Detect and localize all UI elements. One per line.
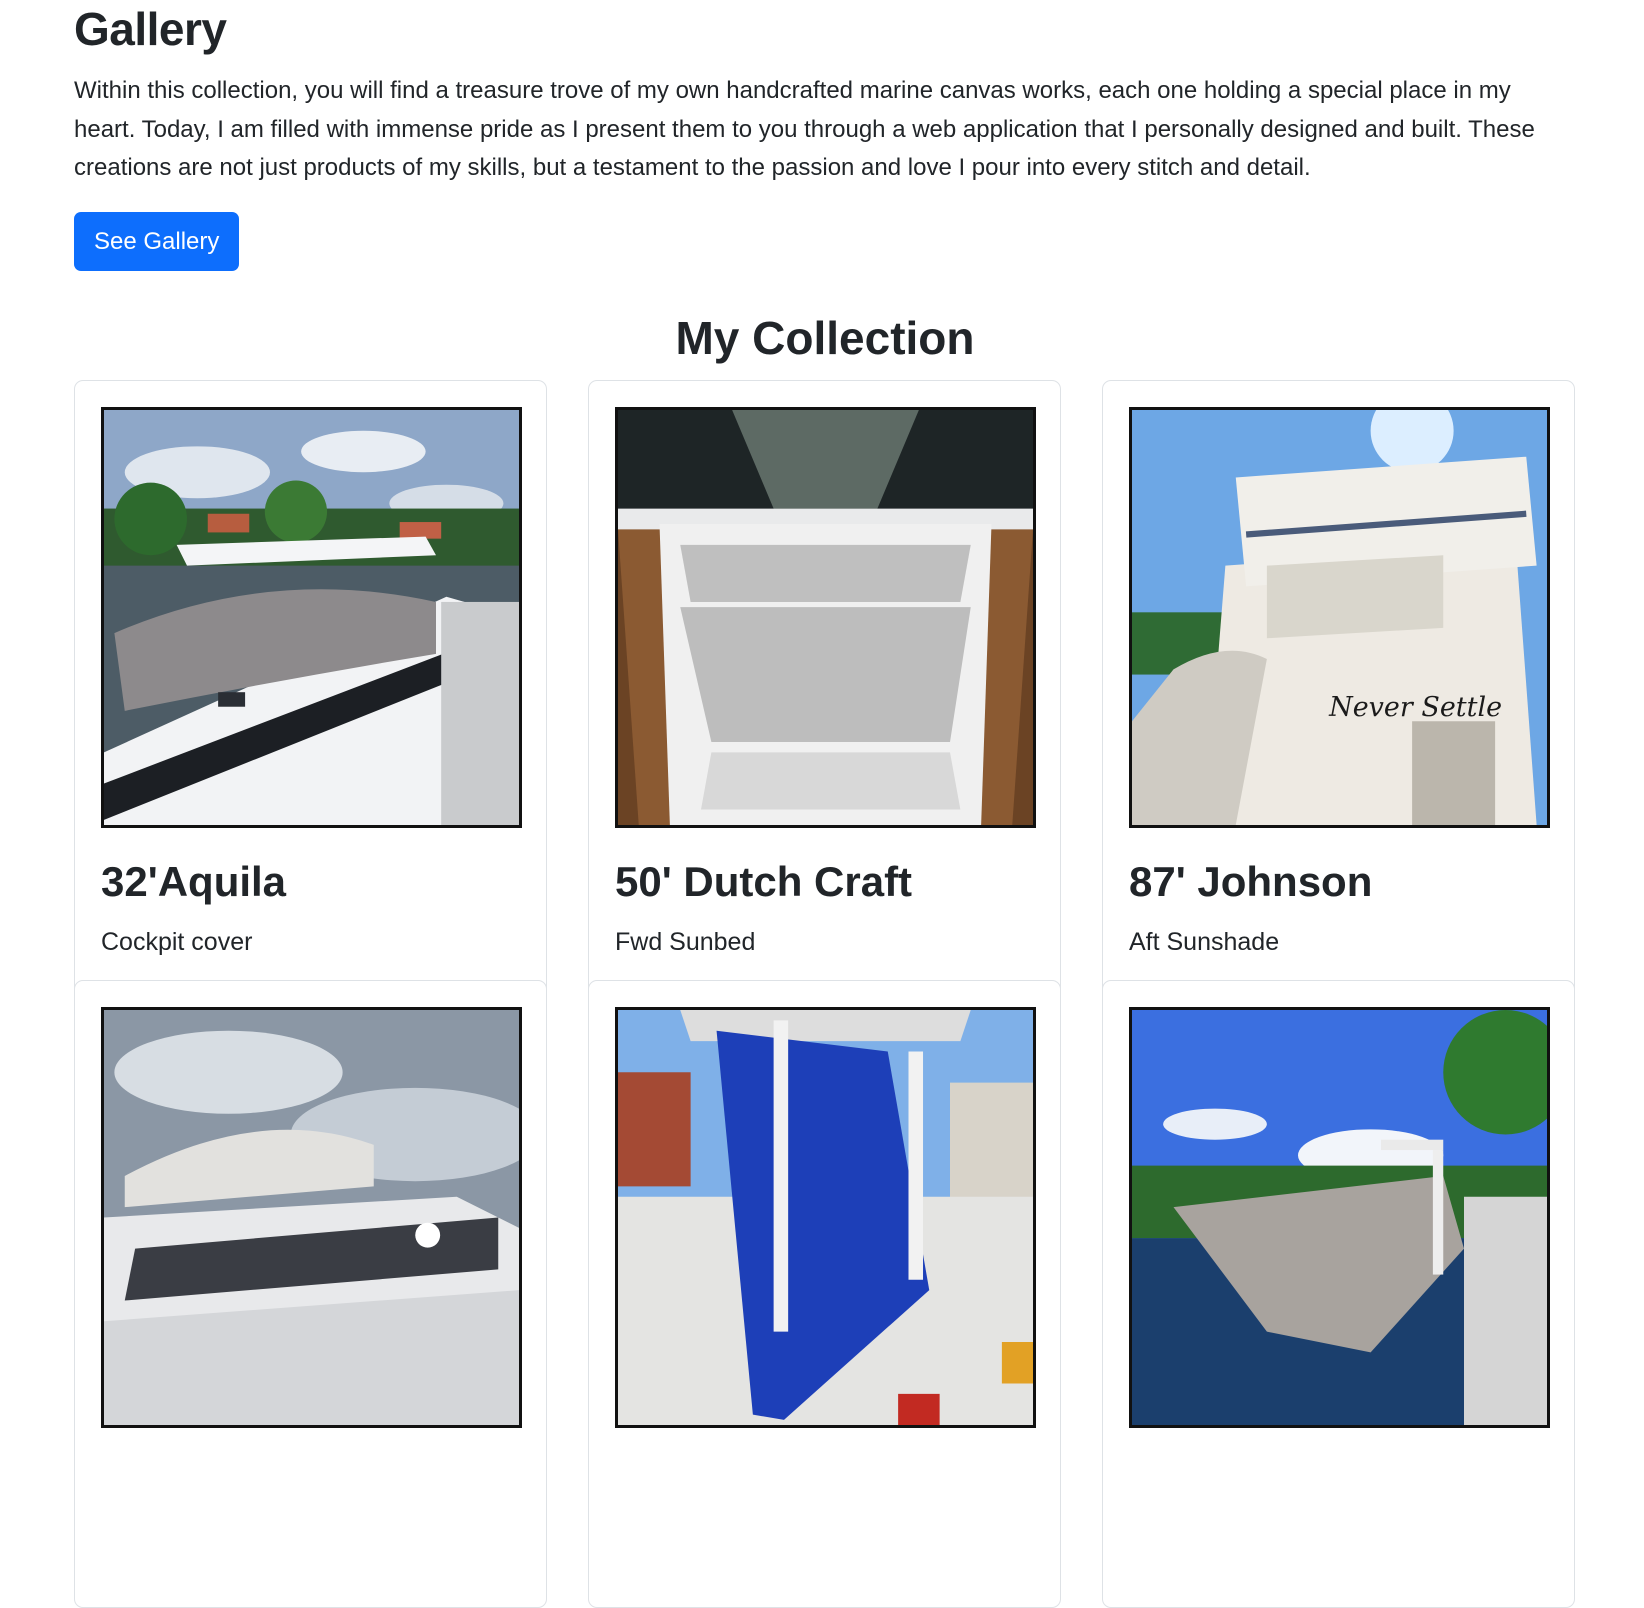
section-title: My Collection	[675, 312, 975, 364]
card-image[interactable]	[101, 407, 522, 828]
card-image[interactable]	[101, 1007, 522, 1428]
page-container: Gallery Within this collection, you will…	[74, 0, 1576, 1608]
gallery-card[interactable]	[1102, 980, 1575, 1608]
card-title: 32'Aquila	[101, 858, 287, 905]
gallery-card[interactable]	[74, 980, 547, 1608]
card-image[interactable]	[1129, 1007, 1550, 1428]
gallery-card[interactable]: 50' Dutch Craft Fwd Sunbed	[588, 380, 1061, 1008]
card-text: Fwd Sunbed	[615, 928, 756, 956]
card-image[interactable]	[615, 1007, 1036, 1428]
page-title: Gallery	[74, 3, 227, 55]
card-text: Cockpit cover	[101, 928, 253, 956]
card-image[interactable]: Never Settle	[1129, 407, 1550, 828]
card-title: 50' Dutch Craft	[615, 858, 913, 905]
card-text: Aft Sunshade	[1129, 928, 1280, 956]
see-gallery-button[interactable]: See Gallery	[74, 211, 240, 271]
gallery-card[interactable]: Never Settle 87' Johnson Aft Sunshade	[1102, 380, 1575, 1008]
gallery-card[interactable]: 32'Aquila Cockpit cover	[74, 380, 547, 1008]
intro-paragraph: Within this collection, you will find a …	[74, 77, 1535, 181]
svg-text:Never Settle: Never Settle	[1328, 692, 1502, 723]
card-title: 87' Johnson	[1129, 858, 1373, 905]
card-image[interactable]	[615, 407, 1036, 828]
gallery-card[interactable]	[588, 980, 1061, 1608]
